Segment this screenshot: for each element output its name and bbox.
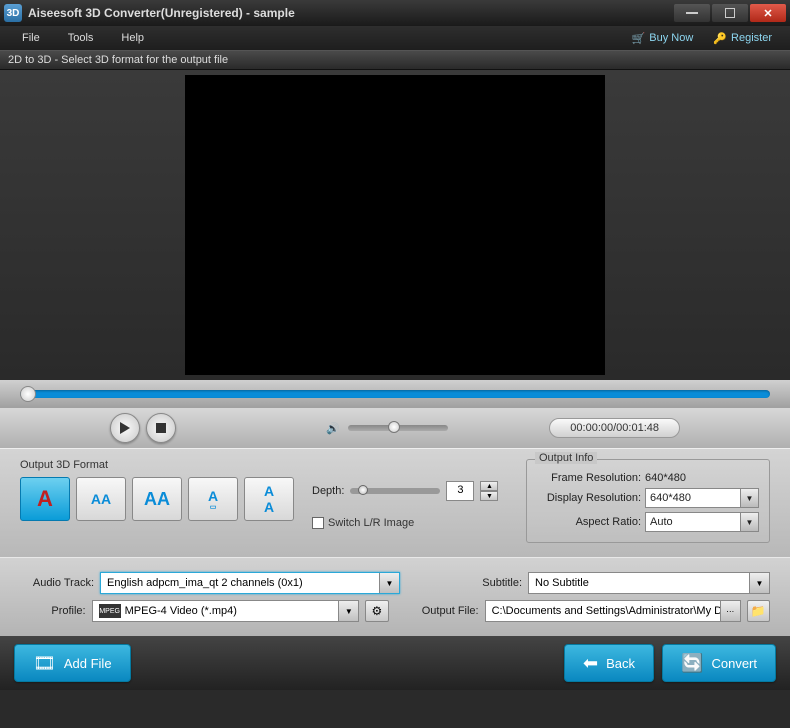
buy-now-link[interactable]: 🛒 Buy Now xyxy=(622,28,704,49)
aspect-ratio-value: Auto xyxy=(650,516,673,528)
menu-tools[interactable]: Tools xyxy=(54,28,108,48)
folder-icon: 📁 xyxy=(751,604,766,618)
aspect-ratio-label: Aspect Ratio: xyxy=(537,516,645,528)
mpeg-icon: MPEG xyxy=(99,604,121,618)
cart-icon: 🛒 xyxy=(632,32,646,45)
menu-help[interactable]: Help xyxy=(107,28,158,48)
audio-track-value: English adpcm_ima_qt 2 channels (0x1) xyxy=(107,577,303,589)
ellipsis-icon[interactable]: ⋯ xyxy=(720,601,740,621)
audio-track-select[interactable]: English adpcm_ima_qt 2 channels (0x1) ▼ xyxy=(100,572,400,594)
subtitle-label: Subtitle: xyxy=(462,577,522,589)
playback-controls: 🔊 00:00:00/00:01:48 xyxy=(0,408,790,448)
key-icon: 🔑 xyxy=(713,32,727,45)
minimize-button[interactable] xyxy=(674,4,710,22)
depth-value-input[interactable]: 3 xyxy=(446,481,474,501)
switch-lr-label: Switch L/R Image xyxy=(328,517,414,529)
output-info-legend: Output Info xyxy=(535,452,597,464)
video-preview[interactable] xyxy=(185,75,605,375)
subtitle-value: No Subtitle xyxy=(535,577,589,589)
chevron-down-icon[interactable]: ▼ xyxy=(379,573,399,593)
display-resolution-label: Display Resolution: xyxy=(537,492,645,504)
time-display: 00:00:00/00:01:48 xyxy=(549,418,680,438)
depth-label: Depth: xyxy=(312,485,344,497)
stop-icon xyxy=(156,423,166,433)
aspect-ratio-select[interactable]: Auto ▼ xyxy=(645,512,759,532)
register-label: Register xyxy=(731,32,772,44)
close-button[interactable]: ✕ xyxy=(750,4,786,22)
gear-icon: ⚙ xyxy=(372,604,383,618)
add-file-label: Add File xyxy=(64,656,112,671)
profile-value: MPEG-4 Video (*.mp4) xyxy=(125,605,237,617)
settings-panel: Output 3D Format A AA AA A▭ AA Depth: 3 … xyxy=(0,448,790,557)
menubar: File Tools Help 🛒 Buy Now 🔑 Register xyxy=(0,26,790,50)
audio-track-label: Audio Track: xyxy=(20,577,94,589)
output-file-input[interactable]: C:\Documents and Settings\Administrator\… xyxy=(485,600,741,622)
profile-label: Profile: xyxy=(20,605,86,617)
stop-button[interactable] xyxy=(146,413,176,443)
convert-button[interactable]: 🔄 Convert xyxy=(662,644,776,682)
output-3d-format-label: Output 3D Format xyxy=(20,459,294,471)
bottom-toolbar: 🎞 Add File ⬅ Back 🔄 Convert xyxy=(0,636,790,690)
display-resolution-select[interactable]: 640*480 ▼ xyxy=(645,488,759,508)
maximize-button[interactable] xyxy=(712,4,748,22)
format-anaglyph-button[interactable]: A xyxy=(20,477,70,521)
refresh-icon: 🔄 xyxy=(681,653,703,674)
back-label: Back xyxy=(606,656,635,671)
chevron-down-icon[interactable]: ▼ xyxy=(338,601,358,621)
chevron-down-icon[interactable]: ▼ xyxy=(740,489,758,507)
output-file-label: Output File: xyxy=(417,605,479,617)
output-info-group: Output Info Frame Resolution: 640*480 Di… xyxy=(526,459,770,543)
switch-lr-checkbox[interactable] xyxy=(312,517,324,529)
play-icon xyxy=(120,422,130,434)
profile-settings-button[interactable]: ⚙ xyxy=(365,600,388,622)
volume-thumb[interactable] xyxy=(388,421,400,433)
convert-label: Convert xyxy=(711,656,757,671)
back-button[interactable]: ⬅ Back xyxy=(564,644,654,682)
output-3d-format-group: Output 3D Format A AA AA A▭ AA xyxy=(20,459,294,521)
format-sbs-half-button[interactable]: AA xyxy=(76,477,126,521)
depth-up-button[interactable]: ▲ xyxy=(480,481,498,491)
lower-settings-panel: Audio Track: English adpcm_ima_qt 2 chan… xyxy=(0,557,790,636)
window-title: Aiseesoft 3D Converter(Unregistered) - s… xyxy=(28,6,674,20)
play-button[interactable] xyxy=(110,413,140,443)
profile-select[interactable]: MPEG MPEG-4 Video (*.mp4) ▼ xyxy=(92,600,360,622)
volume-slider[interactable] xyxy=(348,425,448,431)
preview-area xyxy=(0,70,790,380)
chevron-down-icon[interactable]: ▼ xyxy=(749,573,769,593)
depth-slider[interactable] xyxy=(350,488,440,494)
info-bar: 2D to 3D - Select 3D format for the outp… xyxy=(0,50,790,70)
titlebar: 3D Aiseesoft 3D Converter(Unregistered) … xyxy=(0,0,790,26)
add-file-button[interactable]: 🎞 Add File xyxy=(14,644,131,682)
format-sbs-full-button[interactable]: AA xyxy=(132,477,182,521)
depth-down-button[interactable]: ▼ xyxy=(480,491,498,501)
chevron-down-icon[interactable]: ▼ xyxy=(740,513,758,531)
seek-slider[interactable] xyxy=(20,390,770,398)
film-add-icon: 🎞 xyxy=(33,653,56,674)
subtitle-select[interactable]: No Subtitle ▼ xyxy=(528,572,770,594)
buy-now-label: Buy Now xyxy=(649,32,693,44)
seek-bar-row xyxy=(0,380,790,408)
seek-thumb[interactable] xyxy=(20,386,36,402)
output-file-value: C:\Documents and Settings\Administrator\… xyxy=(492,605,734,617)
frame-resolution-label: Frame Resolution: xyxy=(537,472,645,484)
depth-group: Depth: 3 ▲ ▼ Switch L/R Image xyxy=(312,481,498,529)
open-folder-button[interactable]: 📁 xyxy=(747,600,770,622)
frame-resolution-value: 640*480 xyxy=(645,472,686,484)
depth-thumb[interactable] xyxy=(358,485,368,495)
app-logo-icon: 3D xyxy=(4,4,22,22)
display-resolution-value: 640*480 xyxy=(650,492,691,504)
register-link[interactable]: 🔑 Register xyxy=(703,28,782,49)
menu-file[interactable]: File xyxy=(8,28,54,48)
speaker-icon[interactable]: 🔊 xyxy=(326,422,340,435)
format-tb-half-button[interactable]: A▭ xyxy=(188,477,238,521)
arrow-left-icon: ⬅ xyxy=(583,653,598,674)
format-tb-full-button[interactable]: AA xyxy=(244,477,294,521)
